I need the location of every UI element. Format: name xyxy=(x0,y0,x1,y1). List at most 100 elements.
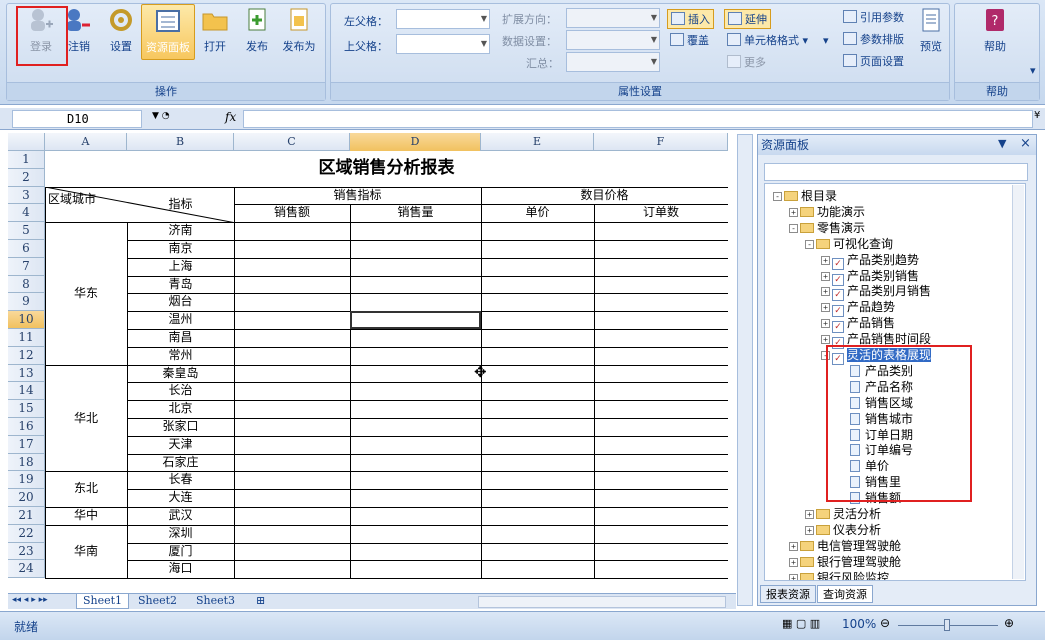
column-header-c[interactable]: C xyxy=(234,133,350,151)
preview-button[interactable]: 预览 xyxy=(914,4,948,64)
expand-direction-select[interactable]: ▼ xyxy=(566,8,660,28)
expand-icon[interactable]: + xyxy=(789,541,798,551)
formula-input[interactable] xyxy=(243,110,1033,128)
formula-expand-icon[interactable]: ¥ xyxy=(1034,110,1040,121)
top-parent-select[interactable]: ▼ xyxy=(396,34,490,54)
left-parent-select[interactable]: ▼ xyxy=(396,9,490,29)
summary-select[interactable]: ▼ xyxy=(566,52,660,72)
spreadsheet[interactable]: ABCDEF 1 2 3 4 5 6 7 8 9 10 11 12 13 14 15 16 17 18 19 20 21… xyxy=(8,133,728,593)
sheet-nav-icons[interactable]: ◂◂ ◂ ▸ ▸▸ xyxy=(12,595,48,605)
expand-icon[interactable]: + xyxy=(821,335,830,345)
row-header-5[interactable]: 5 xyxy=(8,222,45,240)
page-setup-button[interactable]: 页面设置 xyxy=(843,53,904,69)
row-header-8[interactable]: 8 xyxy=(8,275,45,294)
column-header-a[interactable]: A xyxy=(45,133,127,151)
row-header-1[interactable]: 1 xyxy=(8,151,45,169)
row-header-18[interactable]: 18 xyxy=(8,453,45,472)
ref-params-button[interactable]: 引用参数 xyxy=(843,9,904,25)
tab-sheet2[interactable]: Sheet2 xyxy=(132,594,183,609)
row-header-7[interactable]: 7 xyxy=(8,257,45,276)
publish-as-button[interactable]: 发布为 xyxy=(278,4,320,64)
row-header-21[interactable]: 21 xyxy=(8,507,45,525)
open-button[interactable]: 打开 xyxy=(198,4,232,64)
row-header-22[interactable]: 22 xyxy=(8,524,45,543)
insert-sheet-icon[interactable]: ⊞ xyxy=(250,594,271,609)
select-all-corner[interactable] xyxy=(8,133,45,151)
expand-icon[interactable]: + xyxy=(789,557,798,567)
tab-report-resources[interactable]: 报表资源 xyxy=(760,585,816,603)
selected-cell-d10[interactable] xyxy=(350,311,481,329)
tree-scrollbar[interactable] xyxy=(1012,185,1024,579)
row-header-4[interactable]: 4 xyxy=(8,204,45,223)
row-header-14[interactable]: 14 xyxy=(8,382,45,401)
tree-node[interactable]: + ✓ 产品类别趋势 xyxy=(821,252,919,270)
row-header-16[interactable]: 16 xyxy=(8,418,45,436)
name-box[interactable]: D10 xyxy=(12,110,142,128)
row-header-15[interactable]: 15 xyxy=(8,400,45,418)
tree-node[interactable]: + 灵活分析 xyxy=(805,506,881,522)
close-icon[interactable]: × xyxy=(1020,136,1031,151)
horizontal-scrollbar[interactable] xyxy=(478,596,726,608)
zoom-slider[interactable]: ⊖ ⊕ xyxy=(880,616,1020,632)
row-header-9[interactable]: 9 xyxy=(8,293,45,312)
row-header-3[interactable]: 3 xyxy=(8,186,45,205)
help-button[interactable]: ? 帮助 xyxy=(978,4,1012,64)
tree-node[interactable]: + ✓ 产品趋势 xyxy=(821,299,895,318)
row-header-2[interactable]: 2 xyxy=(8,168,45,187)
tree-node[interactable]: - 可视化查询 xyxy=(805,236,893,252)
logout-button[interactable]: 注销 xyxy=(64,4,94,64)
collapse-icon[interactable]: - xyxy=(789,223,798,233)
ribbon-expand-icon[interactable]: ▾ xyxy=(1030,64,1036,77)
insert-button[interactable]: 插入 xyxy=(667,9,714,29)
cell-format-button[interactable]: 单元格格式 ▾ xyxy=(727,32,808,48)
more-button[interactable]: 更多 xyxy=(727,54,766,70)
expand-icon[interactable]: + xyxy=(821,319,830,329)
row-header-17[interactable]: 17 xyxy=(8,435,45,454)
column-header-b[interactable]: B xyxy=(127,133,234,151)
tree-node[interactable]: + 功能演示 xyxy=(789,204,865,220)
column-header-f[interactable]: F xyxy=(594,133,728,151)
expand-icon[interactable]: + xyxy=(805,525,814,535)
resource-panel-button[interactable]: 资源面板 xyxy=(141,4,195,60)
expand-icon[interactable]: + xyxy=(821,255,830,265)
tree-node[interactable]: + 银行风险监控 xyxy=(789,570,889,580)
panel-menu-icon[interactable]: ▼ xyxy=(998,137,1006,150)
row-header-6[interactable]: 6 xyxy=(8,240,45,258)
publish-button[interactable]: 发布 xyxy=(240,4,274,64)
row-header-11[interactable]: 11 xyxy=(8,329,45,347)
tree-node[interactable]: + 银行管理驾驶舱 xyxy=(789,554,901,570)
data-setting-select[interactable]: ▼ xyxy=(566,30,660,50)
param-layout-button[interactable]: 参数排版 xyxy=(843,31,904,47)
expand-icon[interactable]: + xyxy=(789,573,798,580)
name-box-dropdown-icon[interactable]: ▼ ◔ xyxy=(152,111,170,121)
column-header-e[interactable]: E xyxy=(481,133,594,151)
tree-node[interactable]: + 电信管理驾驶舱 xyxy=(789,538,901,554)
expand-icon[interactable]: + xyxy=(821,271,830,281)
panel-search-input[interactable] xyxy=(764,163,1028,181)
tree-node[interactable]: - 根目录 xyxy=(773,188,837,204)
extend-button[interactable]: 延伸 xyxy=(724,9,771,29)
tree-node[interactable]: - 零售演示 xyxy=(789,220,865,236)
tab-sheet1[interactable]: Sheet1 xyxy=(76,594,130,609)
cover-button[interactable]: 覆盖 xyxy=(670,32,709,48)
row-header-20[interactable]: 20 xyxy=(8,489,45,507)
expand-icon[interactable]: + xyxy=(821,303,830,313)
collapse-icon[interactable]: - xyxy=(805,239,814,249)
tree-node[interactable]: + ✓ 产品销售 xyxy=(821,315,895,334)
tree-node[interactable]: + ✓ 产品类别月销售 xyxy=(821,283,931,302)
sheet-vertical-scrollbar[interactable] xyxy=(737,134,753,606)
expand-icon[interactable]: + xyxy=(789,207,798,217)
expand-icon[interactable]: + xyxy=(821,287,830,297)
view-buttons[interactable]: ▦ ▢ ▥ xyxy=(782,617,820,630)
expand-icon[interactable]: + xyxy=(805,510,814,519)
settings-button[interactable]: 设置 xyxy=(104,4,138,64)
row-header-13[interactable]: 13 xyxy=(8,364,45,383)
row-header-19[interactable]: 19 xyxy=(8,471,45,490)
column-header-d[interactable]: D xyxy=(350,133,481,151)
tree-node[interactable]: + ✓ 产品类别销售 xyxy=(821,268,919,286)
row-header-10[interactable]: 10 xyxy=(8,311,45,329)
fx-icon[interactable]: fx xyxy=(225,110,236,124)
row-header-12[interactable]: 12 xyxy=(8,346,45,365)
collapse-icon[interactable]: - xyxy=(773,192,782,201)
tab-query-resources[interactable]: 查询资源 xyxy=(817,585,873,603)
